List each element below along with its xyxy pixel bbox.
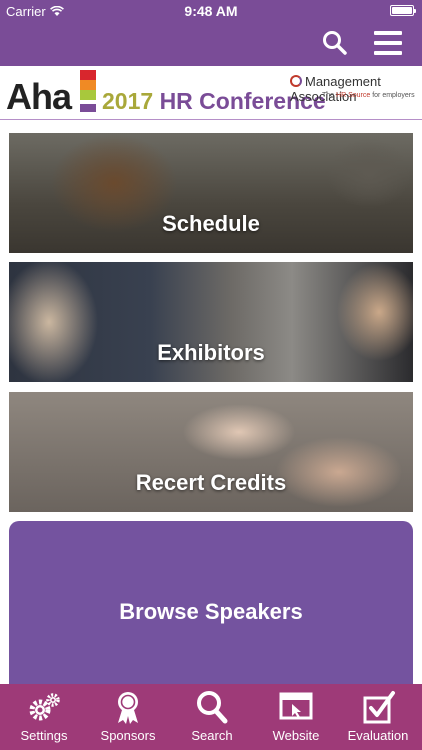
- checkbox-icon: [363, 691, 395, 724]
- org-name: Management Association: [290, 74, 381, 104]
- hamburger-menu-icon[interactable]: [374, 31, 402, 55]
- exhibitors-tile[interactable]: Exhibitors: [9, 262, 413, 382]
- tab-sponsors-label: Sponsors: [100, 728, 156, 743]
- top-bar: Carrier 9:48 AM: [0, 0, 422, 66]
- org-logo-icon: [290, 75, 302, 87]
- tab-search-label: Search: [191, 728, 233, 743]
- exclamation-logo-icon: [80, 70, 96, 112]
- recert-credits-label: Recert Credits: [135, 470, 287, 495]
- recert-credits-tile[interactable]: Recert Credits: [9, 392, 413, 512]
- tab-website-label: Website: [272, 728, 320, 743]
- tab-evaluation-label: Evaluation: [347, 728, 409, 743]
- tab-sponsors[interactable]: Sponsors: [86, 684, 170, 750]
- tab-search[interactable]: Search: [170, 684, 254, 750]
- status-time: 9:48 AM: [184, 3, 238, 19]
- ribbon-icon: [118, 692, 138, 724]
- org-tagline: The HR Source for employers: [322, 92, 415, 99]
- conference-banner: Aha 2017 HR Conference Management Associ…: [0, 66, 422, 122]
- conference-year: 2017: [102, 88, 154, 114]
- browse-speakers-label: Browse Speakers: [119, 599, 303, 624]
- schedule-label: Schedule: [162, 211, 260, 236]
- battery-icon: [390, 5, 416, 16]
- banner-divider: [0, 119, 422, 120]
- status-bar: Carrier 9:48 AM: [0, 0, 422, 22]
- gears-icon: [29, 693, 60, 721]
- tab-website[interactable]: Website: [254, 684, 338, 750]
- aha-logo-text: Aha: [6, 76, 72, 117]
- browse-speakers-tile[interactable]: Browse Speakers: [9, 521, 413, 711]
- org-logo: Management Association: [290, 74, 422, 104]
- tab-evaluation[interactable]: Evaluation: [336, 684, 420, 750]
- tab-settings-label: Settings: [20, 728, 68, 743]
- schedule-tile[interactable]: Schedule: [9, 133, 413, 253]
- exhibitors-label: Exhibitors: [157, 340, 265, 365]
- browser-window-icon: [279, 692, 313, 720]
- tab-bar: Settings Sponsors Search Website Evaluat…: [0, 684, 422, 750]
- search-icon[interactable]: [322, 30, 348, 56]
- search-icon: [197, 691, 228, 724]
- tab-settings[interactable]: Settings: [2, 684, 86, 750]
